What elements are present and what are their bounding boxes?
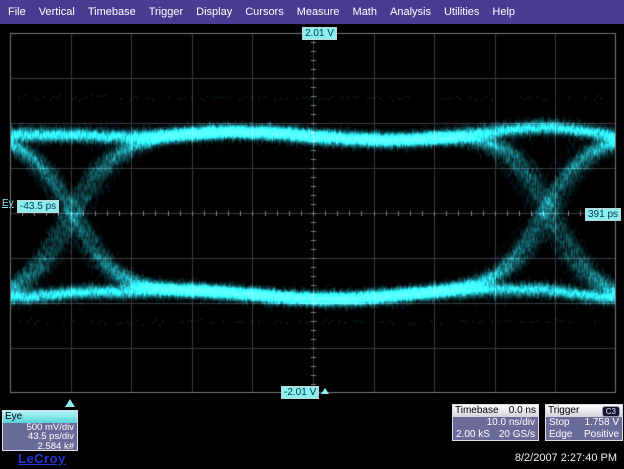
oscilloscope-screen: File Vertical Timebase Trigger Display C… bbox=[0, 0, 624, 469]
trigger-level: 1.758 V bbox=[585, 417, 619, 429]
eye-descriptor-panel[interactable]: Eye 500 mV/div 43.5 ps/div 2.584 k# bbox=[2, 410, 78, 451]
menu-item-trigger[interactable]: Trigger bbox=[149, 6, 183, 18]
lecroy-logo: LeCroy bbox=[18, 451, 66, 466]
eye-sweep-count: 2.584 k# bbox=[3, 442, 77, 451]
timebase-record-length: 2.00 kS bbox=[456, 429, 490, 441]
cursor-label-right-time[interactable]: 391 ps bbox=[585, 208, 621, 221]
menu-item-help[interactable]: Help bbox=[492, 6, 515, 18]
trigger-panel-title: Trigger bbox=[548, 405, 579, 417]
menu-item-vertical[interactable]: Vertical bbox=[39, 6, 75, 18]
menu-item-display[interactable]: Display bbox=[196, 6, 232, 18]
menu-item-math[interactable]: Math bbox=[353, 6, 377, 18]
trigger-mode: Stop bbox=[549, 417, 570, 429]
menu-item-timebase[interactable]: Timebase bbox=[88, 6, 136, 18]
menu-item-cursors[interactable]: Cursors bbox=[245, 6, 284, 18]
timebase-panel-title: Timebase bbox=[455, 405, 499, 417]
cursor-label-bottom-voltage[interactable]: -2.01 V bbox=[281, 386, 319, 399]
trigger-type: Edge bbox=[549, 429, 572, 441]
trigger-panel[interactable]: Trigger C3 Stop 1.758 V Edge Positive bbox=[545, 404, 623, 441]
clock-timestamp: 8/2/2007 2:27:40 PM bbox=[515, 452, 617, 464]
cursor-marker-icon[interactable] bbox=[321, 388, 329, 394]
timebase-offset-value: 0.0 ns bbox=[509, 405, 536, 417]
menu-item-file[interactable]: File bbox=[8, 6, 26, 18]
cursor-label-left-time[interactable]: -43.5 ps bbox=[17, 200, 59, 213]
trace-indicator-eye[interactable]: Ey bbox=[2, 198, 14, 210]
menu-item-measure[interactable]: Measure bbox=[297, 6, 340, 18]
waveform-display[interactable] bbox=[0, 24, 624, 404]
cursor-label-top-voltage[interactable]: 2.01 V bbox=[302, 27, 337, 40]
menu-bar: File Vertical Timebase Trigger Display C… bbox=[0, 0, 624, 24]
trigger-source-badge[interactable]: C3 bbox=[602, 406, 620, 417]
trigger-slope: Positive bbox=[584, 429, 619, 441]
timebase-panel[interactable]: Timebase 0.0 ns 10.0 ns/div 2.00 kS 20 G… bbox=[452, 404, 539, 441]
menu-item-utilities[interactable]: Utilities bbox=[444, 6, 479, 18]
timebase-scale-value: 10.0 ns/div bbox=[487, 417, 535, 429]
timebase-sample-rate: 20 GS/s bbox=[499, 429, 535, 441]
trace-position-marker-icon[interactable] bbox=[65, 399, 75, 407]
menu-item-analysis[interactable]: Analysis bbox=[390, 6, 431, 18]
